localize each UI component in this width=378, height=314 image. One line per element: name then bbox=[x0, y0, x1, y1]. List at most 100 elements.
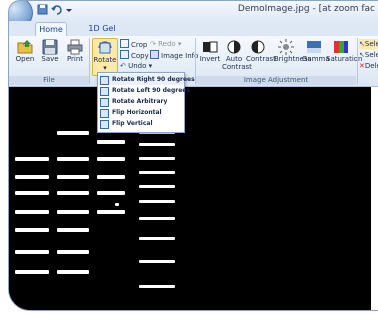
rotate-icon bbox=[97, 40, 113, 56]
crop-button[interactable]: Crop bbox=[120, 39, 147, 49]
gel-image-canvas[interactable] bbox=[9, 87, 378, 310]
gel-band bbox=[139, 200, 175, 203]
gel-band bbox=[139, 143, 175, 146]
menu-item-flip-horizontal[interactable]: Flip Horizontal bbox=[98, 107, 184, 118]
gel-band bbox=[97, 175, 125, 179]
contrast-button[interactable]: Contrast bbox=[246, 38, 276, 74]
gel-band bbox=[139, 260, 175, 263]
rotate-button[interactable]: Rotate ▾ bbox=[92, 38, 118, 76]
file-group: Open Save Print File bbox=[9, 36, 89, 86]
menu-item-rotate-arbitrary[interactable]: Rotate Arbitrary bbox=[98, 96, 184, 107]
save-button[interactable]: Save bbox=[38, 38, 62, 74]
invert-icon bbox=[202, 39, 218, 55]
gel-band bbox=[57, 157, 89, 161]
print-label: Print bbox=[66, 55, 84, 63]
select-button-2[interactable]: ↖Sele bbox=[359, 50, 378, 60]
saturation-label: Saturation bbox=[326, 55, 363, 63]
gel-band bbox=[15, 191, 49, 195]
gel-band bbox=[15, 228, 49, 232]
image-info-icon bbox=[150, 50, 159, 59]
menu-item-label: Rotate Arbitrary bbox=[112, 98, 168, 105]
flip-horizontal-icon bbox=[100, 109, 109, 118]
gamma-label: Gamma bbox=[302, 55, 330, 63]
gel-band bbox=[15, 175, 49, 179]
open-button[interactable]: Open bbox=[13, 38, 37, 74]
gamma-button[interactable]: Gamma bbox=[302, 38, 330, 74]
gel-band bbox=[15, 250, 49, 254]
gel-band bbox=[115, 203, 119, 206]
gel-band bbox=[15, 157, 49, 161]
quick-access-customize-icon[interactable] bbox=[65, 4, 73, 17]
contrast-label: Contrast bbox=[246, 55, 276, 63]
gel-band bbox=[139, 237, 175, 240]
canvas-right-edge bbox=[371, 87, 378, 310]
window-title: DemoImage.jpg - [at zoom fac bbox=[237, 4, 375, 14]
image-info-label: Image Info bbox=[161, 52, 199, 60]
gel-band bbox=[139, 171, 175, 174]
title-bar: DemoImage.jpg - [at zoom fac bbox=[9, 1, 378, 29]
select-label-1: Sele bbox=[364, 40, 378, 48]
saturation-icon bbox=[333, 39, 349, 55]
gel-band bbox=[15, 270, 49, 274]
contrast-icon bbox=[250, 39, 266, 55]
brightness-icon bbox=[278, 39, 294, 55]
redo-button[interactable]: ↷ Redo ▾ bbox=[150, 39, 181, 49]
select-label-2: Sele bbox=[364, 51, 378, 59]
gel-band bbox=[15, 210, 49, 214]
menu-item-label: Flip Vertical bbox=[112, 120, 153, 127]
menu-item-label: Flip Horizontal bbox=[112, 109, 162, 116]
brightness-button[interactable]: Brightness bbox=[274, 38, 312, 74]
rotate-left-icon bbox=[100, 87, 109, 96]
invert-label: Invert bbox=[199, 55, 221, 63]
menu-item-flip-vertical[interactable]: Flip Vertical bbox=[98, 118, 184, 129]
image-adjustment-group-label: Image Adjustment bbox=[196, 76, 356, 85]
quick-access-save-icon[interactable] bbox=[37, 4, 48, 17]
crop-icon bbox=[120, 39, 129, 48]
gamma-icon bbox=[306, 39, 322, 55]
delete-button[interactable]: ✕Dele bbox=[359, 61, 378, 71]
gel-band bbox=[57, 270, 89, 274]
gel-band bbox=[97, 210, 125, 214]
save-disk-icon bbox=[42, 39, 58, 55]
copy-label: Copy bbox=[131, 52, 149, 60]
menu-item-label: Rotate Right 90 degrees bbox=[112, 76, 195, 83]
selection-group: ↖Sele ↖Sele ✕Dele bbox=[359, 36, 378, 86]
gel-band bbox=[57, 191, 89, 195]
delete-label: Dele bbox=[364, 62, 378, 70]
print-button[interactable]: Print bbox=[63, 38, 87, 74]
redo-label: Redo bbox=[158, 40, 176, 48]
printer-icon bbox=[67, 39, 83, 55]
image-info-button[interactable]: Image Info bbox=[150, 50, 198, 60]
crop-label: Crop bbox=[131, 41, 148, 49]
gel-band bbox=[139, 285, 175, 288]
gel-band bbox=[139, 157, 175, 160]
menu-item-rotate-right[interactable]: Rotate Right 90 degrees bbox=[98, 74, 195, 85]
image-adjustment-group: Invert Auto Contrast Contrast Brightness bbox=[196, 36, 363, 86]
save-label: Save bbox=[41, 55, 59, 63]
select-button-1[interactable]: ↖Sele bbox=[359, 39, 378, 49]
chevron-down-icon: ▾ bbox=[103, 64, 107, 72]
application-window: DemoImage.jpg - [at zoom fac Home 1D Gel… bbox=[8, 0, 378, 311]
file-group-label: File bbox=[9, 76, 89, 85]
auto-contrast-button[interactable]: Auto Contrast bbox=[222, 38, 252, 74]
copy-icon bbox=[120, 50, 129, 59]
rotate-label: Rotate bbox=[93, 56, 117, 64]
open-label: Open bbox=[15, 55, 35, 63]
auto-contrast-icon bbox=[226, 39, 242, 55]
tab-1d-gel-analysis[interactable]: 1D Gel Analysis bbox=[71, 22, 133, 47]
tab-home[interactable]: Home bbox=[35, 22, 67, 37]
gel-band bbox=[139, 185, 175, 188]
gel-band bbox=[97, 191, 125, 195]
brightness-label: Brightness bbox=[274, 55, 312, 63]
quick-access-undo-icon[interactable] bbox=[51, 4, 62, 17]
menu-item-rotate-left[interactable]: Rotate Left 90 degrees bbox=[98, 85, 190, 96]
menu-item-label: Rotate Left 90 degrees bbox=[112, 87, 190, 94]
gel-band bbox=[97, 140, 125, 144]
copy-button[interactable]: Copy bbox=[120, 50, 149, 60]
undo-button[interactable]: ↶ Undo ▾ bbox=[120, 61, 152, 71]
gel-band bbox=[139, 217, 175, 220]
saturation-button[interactable]: Saturation bbox=[326, 38, 363, 74]
undo-label: Undo bbox=[128, 62, 147, 70]
rotate-right-icon bbox=[100, 76, 109, 85]
invert-button[interactable]: Invert bbox=[198, 38, 222, 74]
